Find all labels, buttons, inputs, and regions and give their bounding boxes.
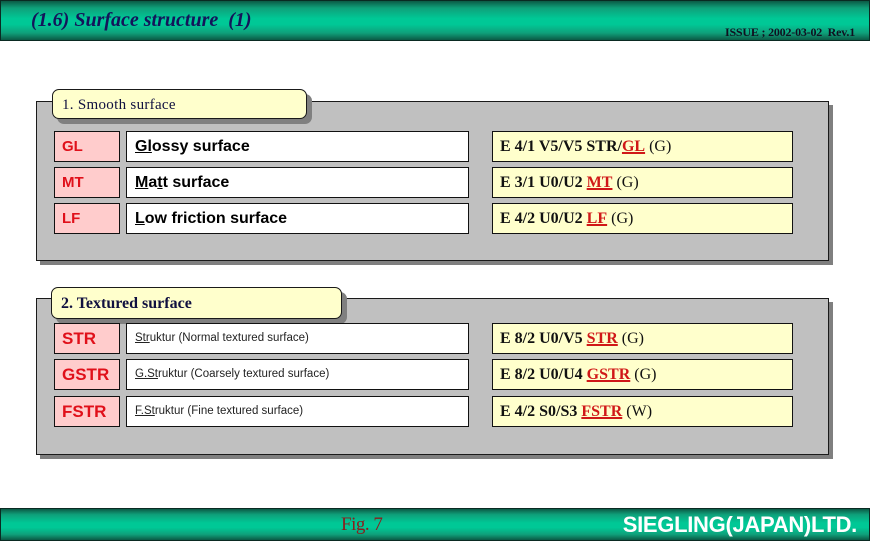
code-gl: GL — [54, 131, 120, 162]
section-label-smooth: 1. Smooth surface — [52, 89, 307, 119]
description-abbr: L — [135, 210, 145, 227]
description-gl: Glossy surface — [126, 131, 469, 162]
description-text: uktur (Normal textured surface) — [149, 332, 309, 344]
description-mt: Matt surface — [126, 167, 469, 198]
header-bar: (1.6) Surface structure (1) ISSUE ; 2002… — [0, 0, 870, 41]
footer-bar: Fig. 7 SIEGLING(JAPAN)LTD. — [0, 508, 870, 541]
description-text: ruktur (Fine textured surface) — [154, 405, 304, 417]
figure-number: Fig. 7 — [341, 514, 383, 535]
spec-mt: E 3/1 U0/U2 MT (G) — [492, 167, 793, 198]
spec-gl: E 4/1 V5/V5 STR/GL (G) — [492, 131, 793, 162]
spec-highlight: MT — [586, 174, 613, 191]
description-abbr: Gl — [135, 138, 152, 155]
code-mt: MT — [54, 167, 120, 198]
spec-suffix: (G) — [645, 138, 672, 155]
spec-lf: E 4/2 U0/U2 LF (G) — [492, 203, 793, 234]
description-lf: Low friction surface — [126, 203, 469, 234]
spec-prefix: E 4/1 V5/V5 STR/ — [500, 138, 622, 155]
description-abbr: F.St — [135, 405, 155, 417]
page-title: (1.6) Surface structure (1) — [31, 9, 252, 31]
description-gstr: G.Struktur (Coarsely textured surface) — [126, 359, 469, 390]
spec-gstr: E 8/2 U0/U4 GSTR (G) — [492, 359, 793, 390]
spec-highlight: LF — [586, 210, 608, 227]
description-text: ossy surface — [151, 138, 250, 155]
description-abbr: Str — [135, 332, 150, 344]
code-str: STR — [54, 323, 120, 354]
spec-suffix: (G) — [612, 174, 639, 191]
issue-date: ISSUE ; 2002-03-02 Rev.1 — [724, 25, 855, 39]
company-name: SIEGLING(JAPAN)LTD. — [622, 512, 858, 537]
spec-fstr: E 4/2 S0/S3 FSTR (W) — [492, 396, 793, 427]
spec-highlight: GL — [621, 138, 646, 155]
spec-prefix: E 4/2 U0/U2 — [500, 210, 587, 227]
spec-prefix: E 8/2 U0/V5 — [500, 330, 587, 347]
spec-prefix: E 8/2 U0/U4 — [500, 366, 587, 383]
description-text: a — [148, 174, 158, 191]
description-text-2: t surface — [162, 174, 230, 191]
spec-str: E 8/2 U0/V5 STR (G) — [492, 323, 793, 354]
description-fstr: F.Struktur (Fine textured surface) — [126, 396, 469, 427]
description-abbr: M — [135, 174, 149, 191]
description-abbr: G.St — [135, 368, 159, 380]
spec-prefix: E 4/2 S0/S3 — [500, 403, 582, 420]
section-label-text: 1. Smooth surface — [62, 97, 176, 113]
spec-suffix: (G) — [630, 366, 657, 383]
description-text: ruktur (Coarsely textured surface) — [158, 368, 330, 380]
code-lf: LF — [54, 203, 120, 234]
description-str: Struktur (Normal textured surface) — [126, 323, 469, 354]
spec-suffix: (W) — [622, 403, 653, 420]
spec-prefix: E 3/1 U0/U2 — [500, 174, 587, 191]
spec-highlight: FSTR — [581, 403, 623, 420]
spec-highlight: STR — [586, 330, 618, 347]
spec-suffix: (G) — [607, 210, 634, 227]
description-text: ow friction surface — [144, 210, 288, 227]
code-fstr: FSTR — [54, 396, 120, 427]
spec-highlight: GSTR — [586, 366, 631, 383]
spec-suffix: (G) — [617, 330, 645, 347]
code-gstr: GSTR — [54, 359, 120, 390]
section-label-textured: 2. Textured surface — [51, 287, 342, 319]
